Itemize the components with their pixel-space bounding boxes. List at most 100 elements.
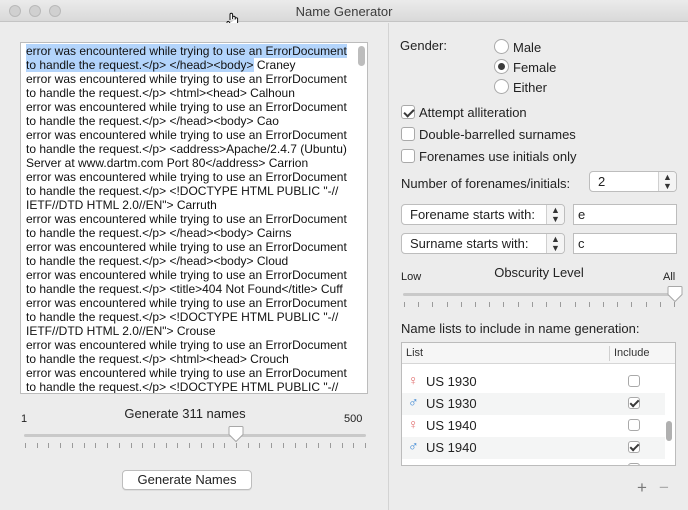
output-line: to handle the request.</p> <!DOCTYPE HTM… bbox=[26, 380, 354, 394]
output-line-text: error was encountered while trying to us… bbox=[26, 212, 347, 226]
name-list-row[interactable]: ♂ US 1940 bbox=[402, 437, 665, 459]
slider-tick bbox=[212, 443, 214, 448]
slider-tick bbox=[418, 302, 420, 307]
slider-tick bbox=[95, 443, 97, 448]
slider-tick bbox=[271, 443, 273, 448]
slider-tick bbox=[645, 302, 647, 307]
slider-tick bbox=[200, 443, 202, 448]
obscurity-slider-thumb[interactable] bbox=[667, 285, 683, 303]
output-line: to handle the request.</p> <!DOCTYPE HTM… bbox=[26, 184, 354, 198]
name-lists-title: Name lists to include in name generation… bbox=[401, 321, 640, 336]
name-list-label: US 1930 bbox=[426, 374, 477, 389]
slider-tick bbox=[177, 443, 179, 448]
output-line-text: error was encountered while trying to us… bbox=[26, 240, 347, 254]
gender-female-radio[interactable] bbox=[494, 59, 509, 74]
generate-names-button[interactable]: Generate Names bbox=[122, 470, 252, 490]
gender-female-label[interactable]: Female bbox=[513, 60, 556, 75]
slider-tick bbox=[247, 443, 249, 448]
name-list-row[interactable]: ♂ US 1930 bbox=[402, 393, 665, 415]
initials-checkbox[interactable] bbox=[401, 149, 415, 163]
output-line: to handle the request.</p> </head><body>… bbox=[26, 114, 354, 128]
column-include-header[interactable]: Include bbox=[614, 347, 649, 359]
slider-tick bbox=[48, 443, 50, 448]
remove-list-button[interactable]: − bbox=[659, 478, 669, 498]
gender-male-radio[interactable] bbox=[494, 39, 509, 54]
count-slider-track[interactable] bbox=[24, 434, 366, 437]
slider-tick bbox=[236, 443, 238, 448]
output-line-text: to handle the request.</p> <!DOCTYPE HTM… bbox=[26, 184, 339, 198]
add-list-button[interactable]: + bbox=[637, 478, 647, 498]
slider-tick bbox=[130, 443, 132, 448]
output-line-text: to handle the request.</p> <!DOCTYPE HTM… bbox=[26, 380, 339, 394]
output-line-text: IETF//DTD HTML 2.0//EN"> Carruth bbox=[26, 198, 217, 212]
output-line: IETF//DTD HTML 2.0//EN"> Crouse bbox=[26, 324, 354, 338]
name-lists-header: List Include bbox=[402, 343, 675, 364]
name-list-label: US 1930 bbox=[426, 396, 477, 411]
slider-tick bbox=[25, 443, 26, 448]
slider-tick bbox=[489, 302, 491, 307]
output-line: error was encountered while trying to us… bbox=[26, 72, 354, 86]
lists-scrollbar[interactable] bbox=[666, 421, 672, 441]
female-symbol-icon: ♀ bbox=[408, 416, 419, 432]
output-line: to handle the request.</p> <html><head> … bbox=[26, 352, 354, 366]
include-checkbox[interactable] bbox=[628, 419, 640, 431]
female-symbol-icon: ♀ bbox=[408, 460, 419, 465]
slider-tick bbox=[306, 443, 308, 448]
slider-tick bbox=[531, 302, 533, 307]
slider-tick bbox=[602, 302, 604, 307]
gender-either-radio[interactable] bbox=[494, 79, 509, 94]
output-scrollbar[interactable] bbox=[358, 46, 365, 66]
female-symbol-icon: ♀ bbox=[408, 372, 419, 388]
settings-pane: Gender: Male Female Either Attempt allit… bbox=[388, 23, 688, 510]
forename-mode-popup[interactable]: Forename starts with: ▲ ▼ bbox=[401, 204, 565, 225]
output-line: Server at www.dartm.com Port 80</address… bbox=[26, 156, 354, 170]
alliteration-label[interactable]: Attempt alliteration bbox=[419, 105, 527, 120]
title-bar: Name Generator bbox=[0, 0, 688, 22]
gender-either-label[interactable]: Either bbox=[513, 80, 547, 95]
gender-male-label[interactable]: Male bbox=[513, 40, 541, 55]
forenames-count-stepper[interactable]: 2 ▲ ▼ bbox=[589, 171, 677, 192]
count-min-label: 1 bbox=[21, 413, 28, 425]
slider-tick bbox=[107, 443, 109, 448]
surname-mode-popup[interactable]: Surname starts with: ▲ ▼ bbox=[401, 233, 565, 254]
output-line-text: error was encountered while trying to us… bbox=[26, 268, 347, 282]
output-line: error was encountered while trying to us… bbox=[26, 240, 354, 254]
count-max-label: 500 bbox=[344, 413, 363, 425]
name-lists-table[interactable]: List Include ♀ US 1930 ♂ US 1930 ♀ US 1940 ♂ US… bbox=[401, 342, 676, 466]
slider-tick bbox=[36, 443, 38, 448]
slider-tick bbox=[282, 443, 284, 448]
name-list-row[interactable]: ♀ US 1950 bbox=[402, 459, 665, 465]
include-checkbox[interactable] bbox=[628, 375, 640, 387]
include-checkbox[interactable] bbox=[628, 441, 640, 453]
output-line-text: to handle the request.</p> </head><body> bbox=[26, 58, 254, 72]
slider-tick bbox=[71, 443, 73, 448]
forename-prefix-input[interactable]: e bbox=[573, 204, 677, 225]
name-list-row[interactable]: ♀ US 1940 bbox=[402, 415, 665, 437]
column-list-header[interactable]: List bbox=[406, 347, 423, 359]
output-pane: error was encountered while trying to us… bbox=[0, 23, 388, 510]
stepper-arrows-icon[interactable]: ▲ ▼ bbox=[658, 172, 676, 191]
obscurity-slider-track[interactable] bbox=[403, 293, 675, 296]
name-list-row[interactable]: ♀ US 1930 bbox=[402, 371, 665, 393]
double-barrelled-label[interactable]: Double-barrelled surnames bbox=[419, 127, 576, 142]
slider-tick bbox=[353, 443, 355, 448]
obscurity-title: Obscurity Level bbox=[494, 265, 584, 280]
double-barrelled-checkbox[interactable] bbox=[401, 127, 415, 141]
output-line-text: to handle the request.</p> </head><body>… bbox=[26, 226, 292, 240]
include-checkbox[interactable] bbox=[628, 463, 640, 465]
slider-tick bbox=[153, 443, 155, 448]
initials-label[interactable]: Forenames use initials only bbox=[419, 149, 577, 164]
app-window: Name Generator error was encountered whi… bbox=[0, 0, 688, 510]
names-output-textview[interactable]: error was encountered while trying to us… bbox=[20, 42, 368, 394]
output-line-text: to handle the request.</p> <html><head> … bbox=[26, 86, 295, 100]
count-slider-thumb[interactable] bbox=[228, 425, 244, 443]
output-line-text: to handle the request.</p> <address>Apac… bbox=[26, 142, 347, 156]
obscurity-high-label: All bbox=[663, 271, 676, 283]
output-line-text: Server at www.dartm.com Port 80</address… bbox=[26, 156, 309, 170]
slider-tick bbox=[329, 443, 331, 448]
alliteration-checkbox[interactable] bbox=[401, 105, 415, 119]
slider-tick bbox=[546, 302, 548, 307]
surname-prefix-input[interactable]: c bbox=[573, 233, 677, 254]
include-checkbox[interactable] bbox=[628, 397, 640, 409]
output-line: error was encountered while trying to us… bbox=[26, 366, 354, 380]
